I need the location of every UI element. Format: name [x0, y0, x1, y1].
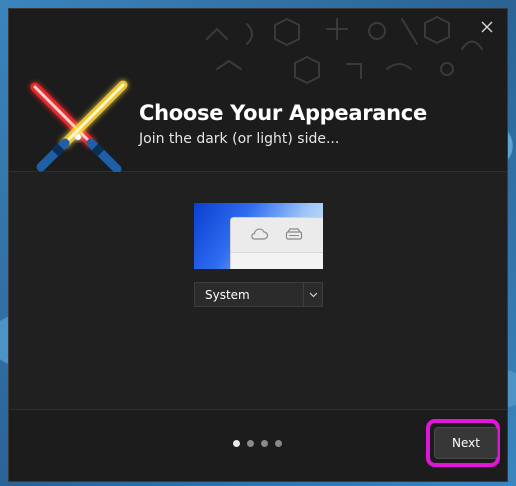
page-dot-3[interactable] — [261, 440, 268, 447]
page-dot-4[interactable] — [275, 440, 282, 447]
preview-toolbar — [231, 218, 323, 253]
page-indicator — [233, 440, 282, 447]
page-title: Choose Your Appearance — [139, 101, 427, 125]
close-button[interactable] — [475, 15, 499, 39]
cloud-icon — [251, 228, 268, 240]
theme-dropdown-toggle[interactable] — [303, 283, 322, 306]
preview-window — [230, 217, 323, 269]
dialog-footer: Next — [9, 409, 507, 481]
dialog-header: Choose Your Appearance Join the dark (or… — [9, 9, 507, 174]
page-dot-2[interactable] — [247, 440, 254, 447]
theme-dropdown[interactable]: System — [194, 282, 323, 307]
oobe-dialog: Choose Your Appearance Join the dark (or… — [8, 8, 508, 482]
page-dot-1[interactable] — [233, 440, 240, 447]
dialog-content: System — [9, 172, 507, 411]
close-icon — [481, 21, 493, 33]
next-button[interactable]: Next — [434, 427, 498, 459]
theme-dropdown-value: System — [205, 287, 250, 302]
crossed-lightsabers-icon — [30, 80, 128, 174]
theme-preview — [194, 203, 323, 269]
page-subtitle: Join the dark (or light) side... — [139, 131, 340, 147]
chevron-down-icon — [309, 292, 317, 297]
header-doodles — [206, 15, 483, 85]
drive-icon — [285, 228, 303, 240]
